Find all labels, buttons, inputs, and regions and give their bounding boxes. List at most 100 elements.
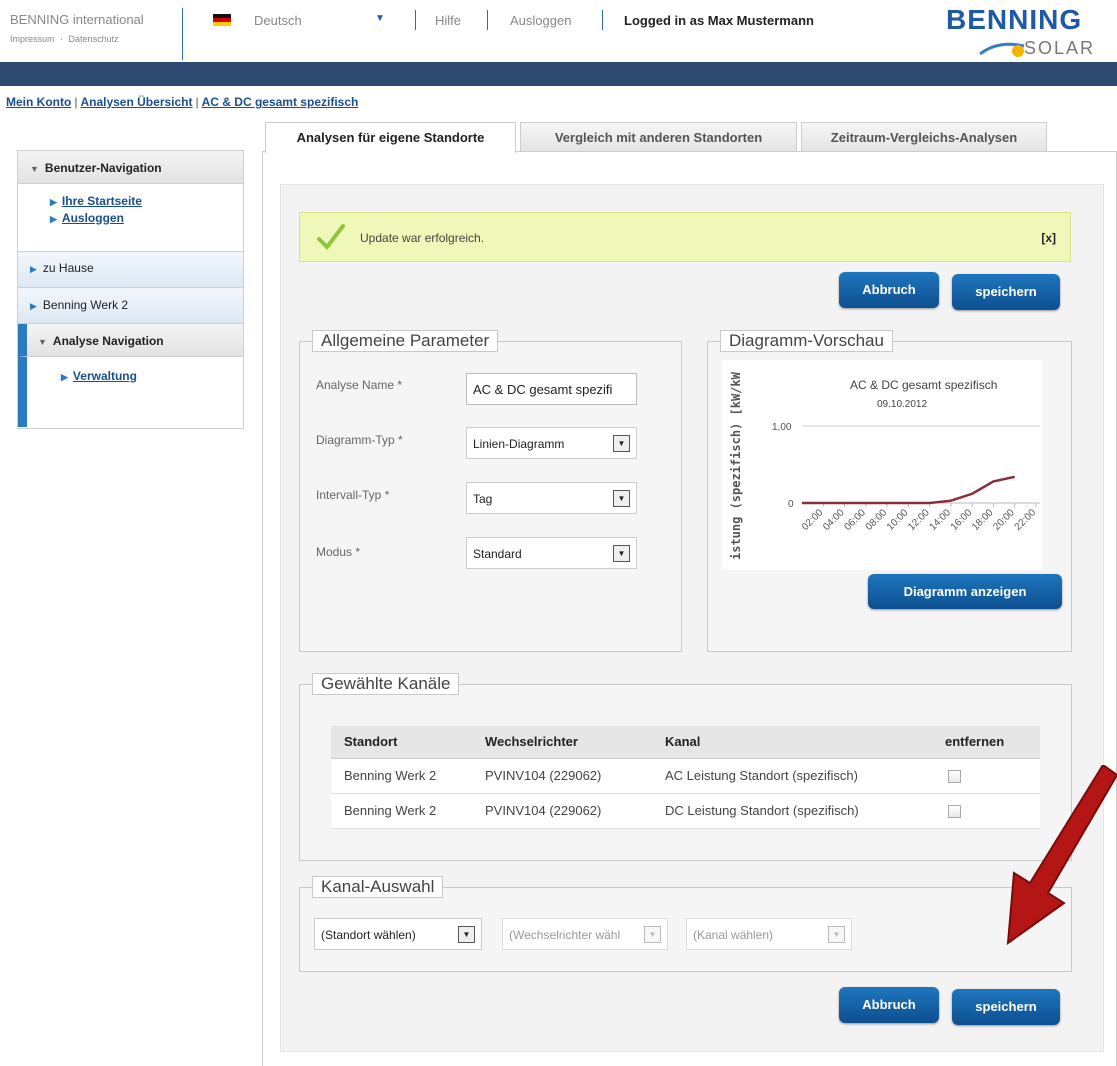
impressum-link[interactable]: Impressum <box>10 34 55 44</box>
cell-wechselrichter: PVINV104 (229062) <box>472 758 652 794</box>
brand-name: BENNING international <box>10 12 144 27</box>
datenschutz-link[interactable]: Datenschutz <box>69 34 119 44</box>
cell-standort: Benning Werk 2 <box>331 793 472 829</box>
german-flag-icon <box>213 14 231 26</box>
chart-series <box>802 475 1015 505</box>
caret-down-icon: ▼ <box>38 337 47 347</box>
cancel-button-bottom[interactable]: Abbruch <box>839 987 939 1023</box>
breadcrumb-separator: | <box>195 95 199 109</box>
chart-x-tick-label: 04:00 <box>821 507 847 533</box>
tab-vergleich[interactable]: Vergleich mit anderen Standorten <box>520 122 797 152</box>
chart-x-tick-label: 08:00 <box>864 507 890 533</box>
success-text: Update war erfolgreich. <box>360 231 485 245</box>
chevron-down-icon[interactable]: ▼ <box>644 926 661 943</box>
remove-checkbox[interactable] <box>948 770 961 784</box>
table-row: Benning Werk 2 PVINV104 (229062) DC Leis… <box>331 793 1040 829</box>
chevron-down-icon[interactable]: ▼ <box>613 435 630 452</box>
chart-x-tick-label: 06:00 <box>842 507 868 533</box>
chart-x-tick-label: 12:00 <box>906 507 932 533</box>
sidebar-item-werk[interactable]: ▶ Benning Werk 2 <box>18 288 243 324</box>
mode-select[interactable]: Standard ▼ <box>466 537 637 569</box>
table-row: Benning Werk 2 PVINV104 (229062) AC Leis… <box>331 758 1040 794</box>
column-header-entfernen: entfernen <box>932 726 1040 759</box>
save-button[interactable]: speichern <box>952 274 1060 310</box>
remove-checkbox[interactable] <box>948 805 961 819</box>
chart-x-tick-label: 02:00 <box>800 507 826 533</box>
general-params-legend: Allgemeine Parameter <box>312 330 499 352</box>
sidebar-analyse-links: ▶ Verwaltung <box>18 357 243 427</box>
breadcrumb-analysen[interactable]: Analysen Übersicht <box>80 95 192 109</box>
mode-label: Modus * <box>316 545 361 559</box>
close-button[interactable]: [x] <box>1041 231 1056 245</box>
channels-table: Standort Wechselrichter Kanal entfernen … <box>331 726 1040 829</box>
caret-right-icon: ▶ <box>30 301 37 311</box>
sidebar-item-home-label: zu Hause <box>42 261 94 275</box>
chart-y-tick-label: 0 <box>788 499 794 510</box>
breadcrumb-current[interactable]: AC & DC gesamt spezifisch <box>202 95 359 109</box>
tab-zeitraum[interactable]: Zeitraum-Vergleichs-Analysen <box>801 122 1047 152</box>
cell-kanal: DC Leistung Standort (spezifisch) <box>652 793 932 829</box>
brand-links: Impressum · Datenschutz <box>10 34 122 44</box>
chart-preview-legend: Diagramm-Vorschau <box>720 330 893 352</box>
kanal-select[interactable]: (Kanal wählen) ▼ <box>686 918 852 950</box>
divider <box>415 10 416 30</box>
interval-type-select[interactable]: Tag ▼ <box>466 482 637 514</box>
sidebar-analyse-nav-header[interactable]: ▼ Analyse Navigation <box>18 324 243 357</box>
chart-y-tick-label: 1,00 <box>772 422 792 433</box>
breadcrumb: Mein Konto | Analysen Übersicht | AC & DC ge… <box>6 95 358 109</box>
chart-preview: AC & DC gesamt spezifisch 09.10.2012 ist… <box>722 360 1042 570</box>
sidebar-user-nav-header[interactable]: ▼ Benutzer-Navigation <box>18 151 243 184</box>
analysis-name-label: Analyse Name * <box>316 378 403 392</box>
checkmark-icon <box>317 224 345 251</box>
chart-x-tick-label: 22:00 <box>1013 507 1039 533</box>
arrow-right-icon: ▶ <box>61 372 68 382</box>
chevron-down-icon[interactable]: ▼ <box>613 490 630 507</box>
chart-x-tick-label: 18:00 <box>970 507 996 533</box>
help-link[interactable]: Hilfe <box>435 13 461 28</box>
sidebar-item-home[interactable]: ▶ zu Hause <box>18 252 243 288</box>
column-header-standort: Standort <box>331 726 472 759</box>
sidebar-item-verwaltung[interactable]: Verwaltung <box>73 369 137 383</box>
chevron-down-icon[interactable]: ▼ <box>828 926 845 943</box>
chart-x-ticks: 02:0004:0006:0008:0010:0012:0014:0016:00… <box>800 503 1039 533</box>
sidebar-item-ausloggen[interactable]: Ausloggen <box>62 211 124 225</box>
standort-value: (Standort wählen) <box>321 928 416 942</box>
wechselrichter-value: (Wechselrichter wähl <box>509 928 621 942</box>
chart-title: AC & DC gesamt spezifisch <box>850 378 997 392</box>
caret-down-icon: ▼ <box>30 164 39 174</box>
line-chart: AC & DC gesamt spezifisch 09.10.2012 ist… <box>729 371 1040 560</box>
save-button-bottom[interactable]: speichern <box>952 989 1060 1025</box>
cell-standort: Benning Werk 2 <box>331 758 472 794</box>
top-bar <box>0 62 1117 86</box>
chart-series-line <box>802 475 1015 505</box>
cancel-button[interactable]: Abbruch <box>839 272 939 308</box>
sidebar-item-startseite[interactable]: Ihre Startseite <box>62 194 142 208</box>
chevron-down-icon[interactable]: ▼ <box>613 545 630 562</box>
kanal-value: (Kanal wählen) <box>693 928 774 942</box>
wechselrichter-select[interactable]: (Wechselrichter wähl ▼ <box>502 918 668 950</box>
chart-grid <box>802 425 1040 504</box>
cell-wechselrichter: PVINV104 (229062) <box>472 793 652 829</box>
standort-select[interactable]: (Standort wählen) ▼ <box>314 918 482 950</box>
channels-legend: Gewählte Kanäle <box>312 673 460 695</box>
tab-eigene-standorte[interactable]: Analysen für eigene Standorte <box>265 122 516 153</box>
chevron-down-icon[interactable]: ▼ <box>458 926 475 943</box>
header: BENNING international Impressum · Datens… <box>0 0 1117 62</box>
chart-type-value: Linien-Diagramm <box>473 437 565 451</box>
chart-type-select[interactable]: Linien-Diagramm ▼ <box>466 427 637 459</box>
logout-link[interactable]: Ausloggen <box>510 13 571 28</box>
show-chart-button[interactable]: Diagramm anzeigen <box>868 574 1062 609</box>
dot-separator: · <box>60 34 64 44</box>
sidebar: ▼ Benutzer-Navigation ▶ Ihre Startseite ▶ A… <box>17 150 244 429</box>
breadcrumb-mein-konto[interactable]: Mein Konto <box>6 95 71 109</box>
chevron-down-icon[interactable]: ▼ <box>375 13 385 24</box>
sidebar-analyse-nav-title: Analyse Navigation <box>52 334 164 348</box>
interval-type-value: Tag <box>473 492 493 506</box>
analysis-name-input[interactable]: AC & DC gesamt spezifi <box>466 373 637 405</box>
sidebar-user-links: ▶ Ihre Startseite ▶ Ausloggen <box>18 184 243 252</box>
divider <box>602 10 603 30</box>
chart-ylabel: istung (spezifisch) [kW/kW <box>729 371 743 560</box>
divider <box>487 10 488 30</box>
logo-benning: BENNING <box>946 4 1083 35</box>
language-select[interactable]: Deutsch <box>254 13 302 28</box>
